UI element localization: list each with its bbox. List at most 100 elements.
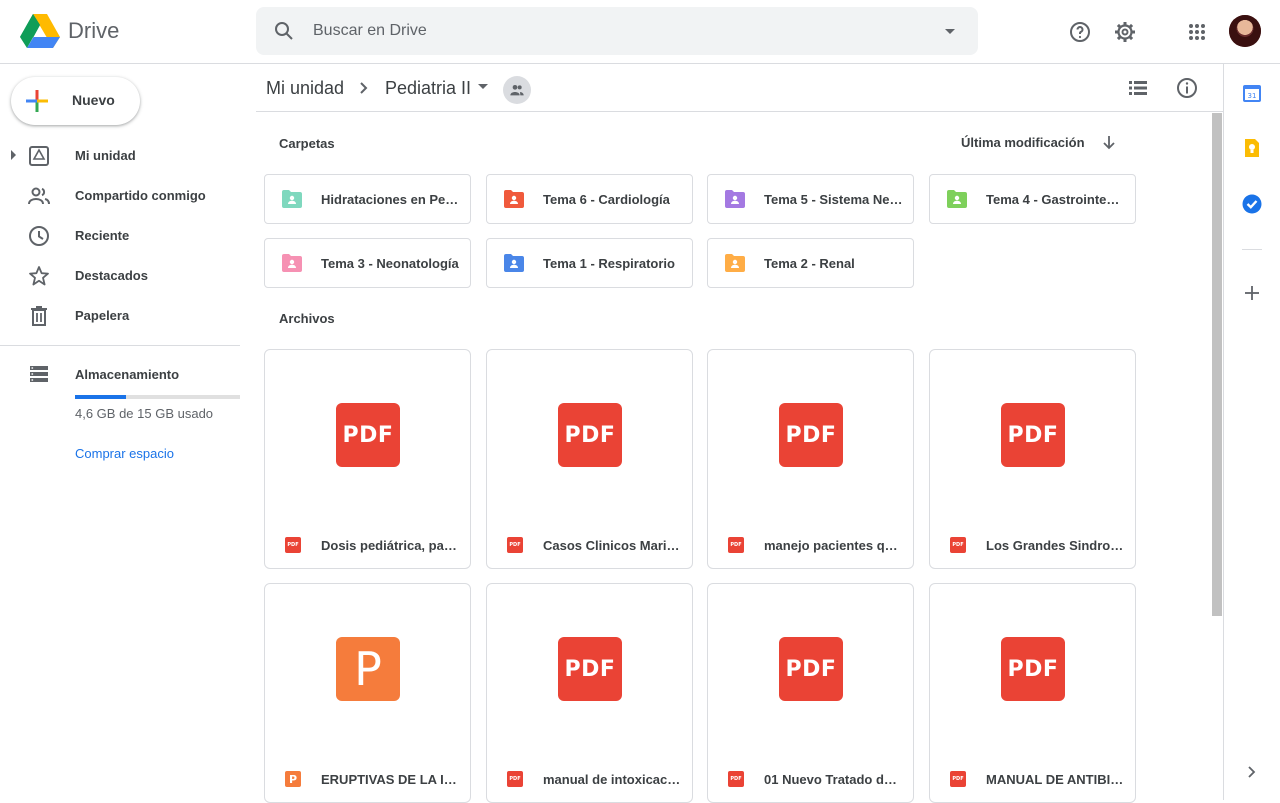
file-tile[interactable]: PDF PDF MANUAL DE ANTIBIOTICOS <box>929 583 1136 803</box>
pdf-file-icon: PDF <box>950 537 966 553</box>
file-tile[interactable]: PDF PDF manejo pacientes quemados <box>707 349 914 569</box>
sidebar-item-trash[interactable]: Papelera <box>0 296 256 336</box>
storage-label: Almacenamiento <box>75 367 180 382</box>
expand-caret-icon[interactable] <box>11 150 16 160</box>
search-icon[interactable] <box>272 19 296 43</box>
storage-progress-bar <box>75 395 240 399</box>
file-thumbnail: PDF <box>779 637 843 701</box>
sidebar-item-label: Compartido conmigo <box>75 188 206 203</box>
info-icon[interactable] <box>1175 76 1199 100</box>
file-tile[interactable]: P P ERUPTIVAS DE LA INFANCIA <box>264 583 471 803</box>
avatar-image <box>1229 15 1261 47</box>
file-thumbnail: PDF <box>558 637 622 701</box>
trash-icon <box>31 306 47 326</box>
shared-folder-icon <box>282 190 302 208</box>
folder-tile[interactable]: Tema 6 - Cardiología <box>486 174 693 224</box>
folder-tile[interactable]: Tema 5 - Sistema Nervioso <box>707 174 914 224</box>
sidebar-item-label: Destacados <box>75 268 148 283</box>
chevron-right-icon <box>360 82 368 94</box>
file-name: 01 Nuevo Tratado de Pediatria <box>764 772 904 787</box>
shared-folder-icon <box>282 254 302 272</box>
buy-storage-link[interactable]: Comprar espacio <box>75 446 174 461</box>
add-addon-icon[interactable] <box>1241 282 1263 304</box>
chevron-right-icon[interactable] <box>1241 761 1263 783</box>
sidebar-item-recent[interactable]: Reciente <box>0 216 256 256</box>
content-scrollbar[interactable] <box>1212 113 1222 616</box>
file-thumbnail: PDF <box>1001 403 1065 467</box>
storage-icon <box>30 366 48 382</box>
sidebar-item-my-drive[interactable]: Mi unidad <box>0 136 256 176</box>
apps-grid-icon <box>1189 24 1205 40</box>
folder-name: Tema 3 - Neonatología <box>321 256 459 271</box>
file-name: Casos Clinicos Maria Jose <box>543 538 683 553</box>
top-header: Drive <box>0 0 1280 64</box>
file-name: MANUAL DE ANTIBIOTICOS <box>986 772 1126 787</box>
folder-name: Hidrataciones en Pediatría <box>321 192 461 207</box>
sidebar-item-starred[interactable]: Destacados <box>0 256 256 296</box>
folder-name: Tema 1 - Respiratorio <box>543 256 675 271</box>
svg-text:31: 31 <box>1248 92 1257 100</box>
pdf-file-icon: PDF <box>285 537 301 553</box>
breadcrumb-root[interactable]: Mi unidad <box>266 78 344 99</box>
pdf-file-icon: PDF <box>507 771 523 787</box>
clock-icon <box>29 226 49 246</box>
storage-used-text: 4,6 GB de 15 GB usado <box>75 406 214 421</box>
file-tile[interactable]: PDF PDF Los Grandes Sindromes <box>929 349 1136 569</box>
shared-folder-icon <box>947 190 967 208</box>
folder-menu-dropdown-icon[interactable] <box>478 84 488 89</box>
plus-icon <box>26 90 48 112</box>
star-icon <box>29 266 49 286</box>
new-button[interactable]: Nuevo <box>11 77 140 125</box>
sidebar-item-label: Reciente <box>75 228 130 243</box>
tasks-icon[interactable] <box>1241 193 1263 215</box>
folder-name: Tema 6 - Cardiología <box>543 192 670 207</box>
file-tile[interactable]: PDF PDF manual de intoxicaciones <box>486 583 693 803</box>
powerpoint-file-icon: P <box>285 771 301 787</box>
calendar-icon[interactable]: 31 <box>1241 82 1263 104</box>
shared-people-icon <box>510 85 524 96</box>
list-view-icon[interactable] <box>1126 76 1150 100</box>
search-bar[interactable] <box>256 7 978 55</box>
folder-tile[interactable]: Hidrataciones en Pediatría <box>264 174 471 224</box>
breadcrumb: Mi unidad Pediatria II <box>256 64 1223 112</box>
search-options-dropdown-icon[interactable] <box>938 19 962 43</box>
breadcrumb-current[interactable]: Pediatria II <box>385 78 471 99</box>
file-tile[interactable]: PDF PDF Casos Clinicos Maria Jose <box>486 349 693 569</box>
folder-name: Tema 2 - Renal <box>764 256 855 271</box>
sidebar-item-shared[interactable]: Compartido conmigo <box>0 176 256 216</box>
app-name: Drive <box>68 18 120 43</box>
folders-section-title: Carpetas <box>279 136 335 151</box>
folder-tile[interactable]: Tema 3 - Neonatología <box>264 238 471 288</box>
file-name: manejo pacientes quemados <box>764 538 904 553</box>
sidebar-item-label: Mi unidad <box>75 148 136 163</box>
shared-folder-button[interactable] <box>503 76 531 104</box>
drive-logo-icon[interactable] <box>20 13 60 49</box>
apps-button[interactable] <box>1179 14 1215 50</box>
help-icon <box>1070 22 1090 42</box>
search-input[interactable] <box>313 19 913 43</box>
pdf-file-icon: PDF <box>728 537 744 553</box>
file-name: ERUPTIVAS DE LA INFANCIA <box>321 772 461 787</box>
pdf-file-icon: PDF <box>728 771 744 787</box>
folder-name: Tema 4 - Gastrointestinal <box>986 192 1126 207</box>
sidebar-item-label: Papelera <box>75 308 130 323</box>
folder-tile[interactable]: Tema 4 - Gastrointestinal <box>929 174 1136 224</box>
sort-label[interactable]: Última modificación <box>961 135 1085 150</box>
storage-progress-fill <box>75 395 127 399</box>
folder-tile[interactable]: Tema 1 - Respiratorio <box>486 238 693 288</box>
folder-tile[interactable]: Tema 2 - Renal <box>707 238 914 288</box>
file-thumbnail: P <box>336 637 400 701</box>
file-tile[interactable]: PDF PDF 01 Nuevo Tratado de Pediatria <box>707 583 914 803</box>
arrow-down-icon[interactable] <box>1100 133 1118 151</box>
new-button-label: Nuevo <box>72 92 115 108</box>
file-thumbnail: PDF <box>1001 637 1065 701</box>
file-name: Los Grandes Sindromes <box>986 538 1126 553</box>
file-name: manual de intoxicaciones <box>543 772 683 787</box>
file-tile[interactable]: PDF PDF Dosis pediátrica, pabon <box>264 349 471 569</box>
help-button[interactable] <box>1062 14 1098 50</box>
keep-icon[interactable] <box>1241 137 1263 159</box>
settings-button[interactable] <box>1107 14 1143 50</box>
shared-folder-icon <box>504 190 524 208</box>
pdf-file-icon: PDF <box>950 771 966 787</box>
account-avatar[interactable] <box>1229 15 1261 47</box>
